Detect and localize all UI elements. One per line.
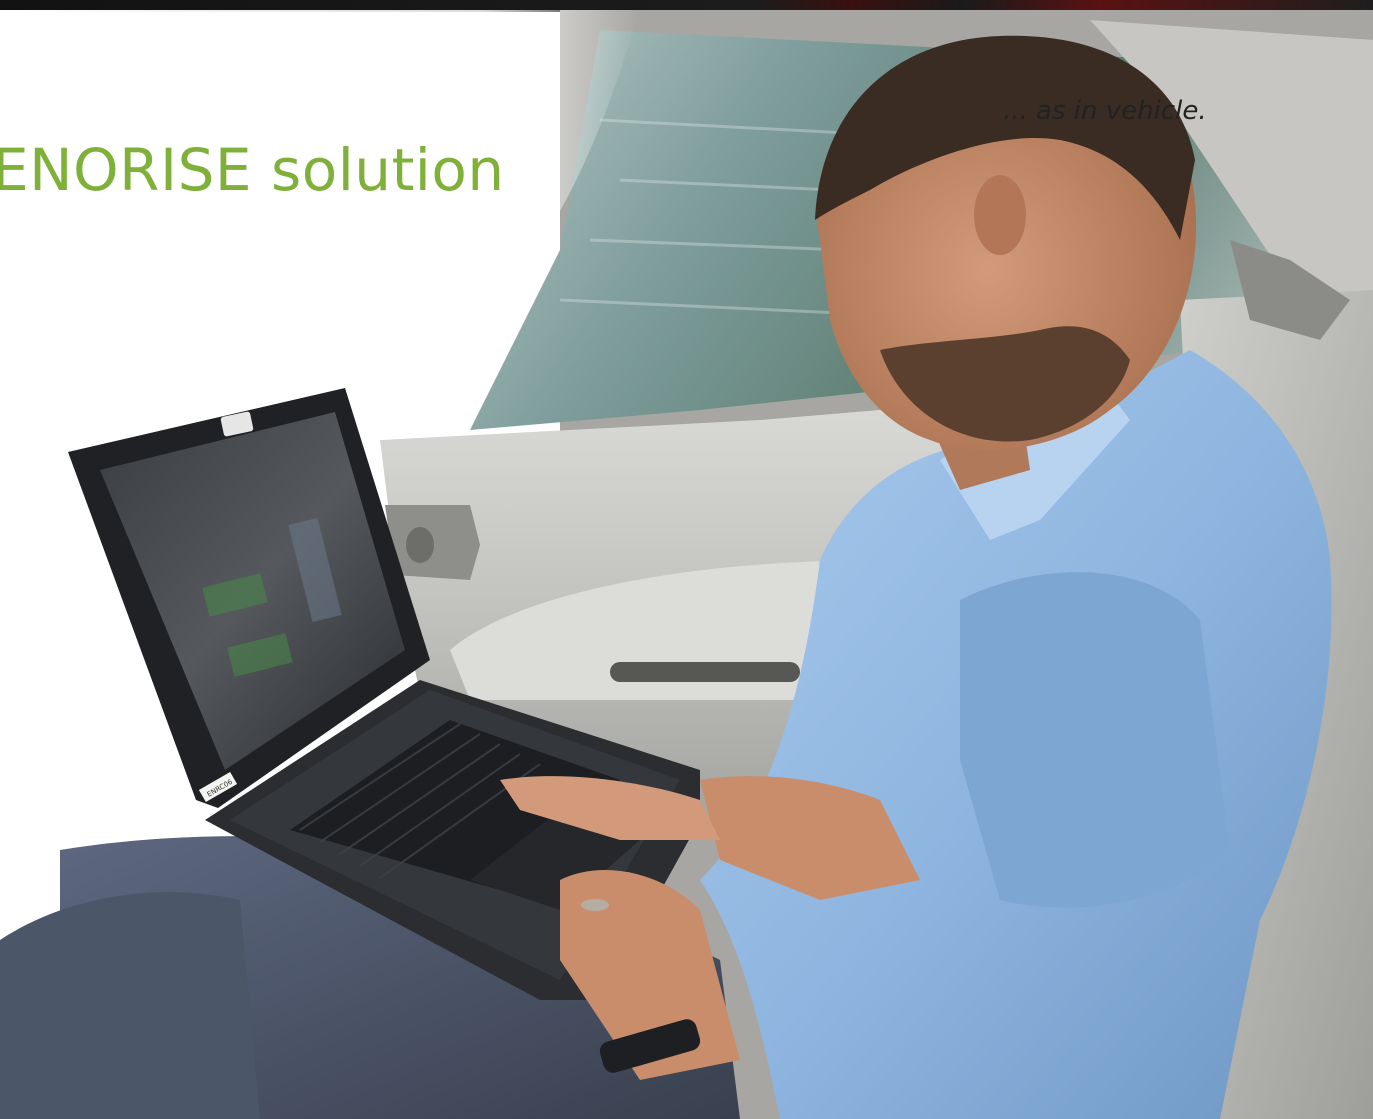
photo-scene: ENRC06 ENORISE solution ... as in vehicl… (0, 0, 1373, 1119)
photo-caption: ... as in vehicle. (1003, 96, 1207, 126)
page-title: ENORISE solution (0, 136, 505, 204)
